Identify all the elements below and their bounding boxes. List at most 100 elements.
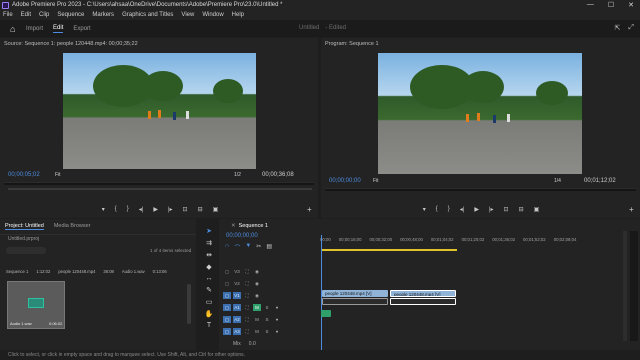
a1-mute-icon[interactable]: M <box>253 304 261 311</box>
premiere-logo-icon <box>2 1 9 9</box>
step-forward-icon[interactable]: |▸ <box>168 206 173 213</box>
v2-lock-icon[interactable]: ⛶ <box>243 280 251 287</box>
a2-lock-icon[interactable]: ⛶ <box>243 316 251 323</box>
selection-tool-icon[interactable]: ➤ <box>206 227 212 235</box>
audio-thumbnail[interactable]: Audio 1.wav 0:06:02 <box>7 281 65 329</box>
v1-lock-icon[interactable]: ⛶ <box>243 292 251 299</box>
camera-icon[interactable]: ▣ <box>213 206 219 213</box>
hand-icon[interactable]: ✋ <box>205 310 214 318</box>
sequence-tab-close-icon[interactable]: ✕ <box>231 223 236 229</box>
bracket-in-icon[interactable]: { <box>115 206 117 213</box>
linked-selection-icon[interactable]: ⌒ <box>234 243 240 252</box>
play-icon[interactable]: ▶ <box>153 206 158 213</box>
overwrite-icon[interactable]: ⊟ <box>198 206 203 213</box>
menu-clip[interactable]: Clip <box>39 12 49 18</box>
project-list-row[interactable]: Sequence 1 1:12:02 people 120448.mp4 36:… <box>6 269 186 276</box>
program-camera-icon[interactable]: ▣ <box>534 206 540 213</box>
rectangle-icon[interactable]: ▭ <box>206 298 213 306</box>
program-resolution[interactable]: 1/4 <box>554 178 561 184</box>
v2-eye-icon[interactable]: ◉ <box>253 280 261 287</box>
tab-project[interactable]: Project: Untitled <box>5 223 44 230</box>
program-step-forward-icon[interactable]: |▸ <box>489 206 494 213</box>
program-scrubber[interactable] <box>325 188 636 191</box>
program-bracket-in-icon[interactable]: { <box>436 206 438 213</box>
razor-icon[interactable]: ◆ <box>206 263 211 271</box>
a3-lock-icon[interactable]: ⛶ <box>243 328 251 335</box>
insert-icon[interactable]: ⊡ <box>183 206 188 213</box>
a1-mic-icon[interactable]: ● <box>273 304 281 311</box>
fullscreen-icon[interactable]: ⤢ <box>628 24 634 32</box>
a1-lock-icon[interactable]: ⛶ <box>243 304 251 311</box>
pen-icon[interactable]: ✎ <box>206 286 212 294</box>
home-icon[interactable]: ⌂ <box>10 24 18 33</box>
tab-edit[interactable]: Edit <box>53 25 64 33</box>
minimize-button[interactable]: — <box>587 1 594 9</box>
project-scrollbar[interactable] <box>187 284 191 324</box>
source-zoom-bar[interactable] <box>8 188 312 190</box>
a3-mute-icon[interactable]: M <box>253 328 261 335</box>
a2-mic-icon[interactable]: ● <box>273 316 281 323</box>
source-scrubber[interactable] <box>4 182 314 185</box>
wrench-icon[interactable]: ✂ <box>256 243 261 252</box>
tab-media-browser[interactable]: Media Browser <box>54 223 91 230</box>
quick-export-icon[interactable]: ⇱ <box>615 24 621 32</box>
menu-markers[interactable]: Markers <box>92 12 114 18</box>
timeline-current-timecode[interactable]: 00;00;00;00 <box>226 233 258 239</box>
add-marker-icon[interactable]: ▼ <box>245 243 251 252</box>
track-select-icon[interactable]: ⇉ <box>206 239 212 247</box>
v3-lock-icon[interactable]: ⛶ <box>243 268 251 275</box>
menu-file[interactable]: File <box>3 12 13 18</box>
menu-sequence[interactable]: Sequence <box>57 12 84 18</box>
bracket-out-icon[interactable]: } <box>127 206 129 213</box>
menu-help[interactable]: Help <box>232 12 244 18</box>
maximize-button[interactable]: ☐ <box>608 1 614 9</box>
timeline-ruler[interactable]: 00;00 00;00;16;00 00;00;32;00 00;00;48;0… <box>320 237 640 247</box>
a3-mic-icon[interactable]: ● <box>273 328 281 335</box>
v1-eye-icon[interactable]: ◉ <box>253 292 261 299</box>
a2-solo-icon[interactable]: S <box>263 316 271 323</box>
items-selected-count: 1 of 4 items selected <box>150 248 192 253</box>
extract-icon[interactable]: ⊟ <box>519 206 524 213</box>
source-fit-dropdown[interactable]: Fit <box>55 172 61 178</box>
program-current-timecode[interactable]: 00;00;00;00 <box>329 178 361 184</box>
menu-view[interactable]: View <box>181 12 194 18</box>
tab-export[interactable]: Export <box>73 26 90 32</box>
sequence-tab[interactable]: ✕ Sequence 1 <box>219 219 640 233</box>
timeline-scrollbar[interactable] <box>623 231 627 341</box>
project-search-input[interactable] <box>6 247 46 254</box>
program-step-back-icon[interactable]: ◂| <box>460 206 465 213</box>
source-current-timecode[interactable]: 00;00;05;02 <box>8 172 40 178</box>
program-bracket-out-icon[interactable]: } <box>448 206 450 213</box>
tab-import[interactable]: Import <box>26 26 43 32</box>
work-area-bar[interactable] <box>321 249 457 251</box>
program-mark-in-icon[interactable]: ▾ <box>423 206 426 213</box>
a3-solo-icon[interactable]: S <box>263 328 271 335</box>
menu-window[interactable]: Window <box>202 12 223 18</box>
program-add-icon[interactable]: + <box>629 205 634 214</box>
snap-icon[interactable]: ∩ <box>225 243 229 252</box>
clip-a1-a[interactable] <box>322 298 388 305</box>
captions-icon[interactable]: ▤ <box>266 243 272 252</box>
menu-edit[interactable]: Edit <box>21 12 31 18</box>
source-add-icon[interactable]: + <box>307 205 312 214</box>
a2-mute-icon[interactable]: M <box>253 316 261 323</box>
menu-graphics[interactable]: Graphics and Titles <box>122 12 173 18</box>
program-fit-dropdown[interactable]: Fit <box>373 178 379 184</box>
a1-solo-icon[interactable]: S <box>263 304 271 311</box>
mark-in-icon[interactable]: ▾ <box>102 206 105 213</box>
clip-a1-b[interactable] <box>390 298 456 305</box>
program-play-icon[interactable]: ▶ <box>474 206 479 213</box>
lift-icon[interactable]: ⊡ <box>504 206 509 213</box>
ripple-edit-icon[interactable]: ⇹ <box>206 251 212 259</box>
close-button[interactable]: ✕ <box>628 1 634 9</box>
step-back-icon[interactable]: ◂| <box>139 206 144 213</box>
source-resolution[interactable]: 1/2 <box>234 172 241 178</box>
slip-icon[interactable]: ↔ <box>206 275 213 282</box>
tools-panel: ➤ ⇉ ⇹ ◆ ↔ ✎ ▭ ✋ T <box>200 225 218 345</box>
clip-v1-b[interactable]: people 120448.mp4 [V] <box>390 290 456 297</box>
clip-v1-a[interactable]: people 120448.mp4 [V] <box>322 290 388 297</box>
v3-eye-icon[interactable]: ◉ <box>253 268 261 275</box>
clip-a2-audio[interactable] <box>321 310 331 317</box>
type-icon[interactable]: T <box>207 322 211 329</box>
window-title: Adobe Premiere Pro 2023 - C:\Users\ahsaa… <box>12 2 283 8</box>
